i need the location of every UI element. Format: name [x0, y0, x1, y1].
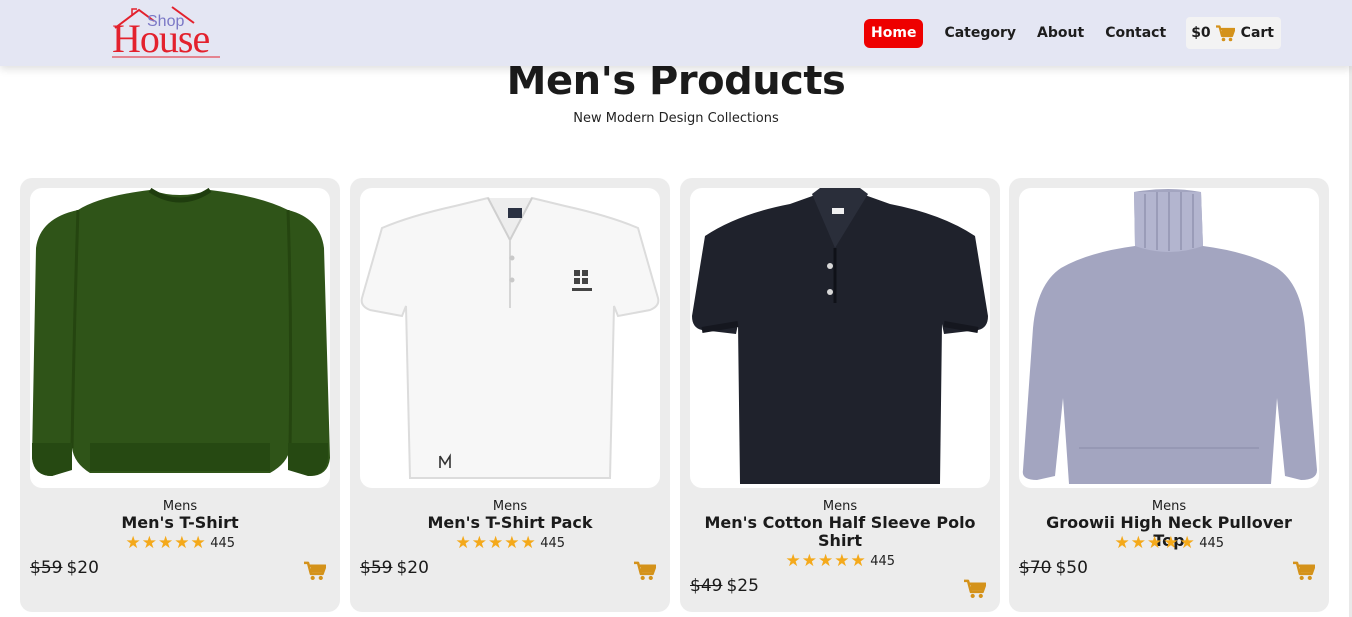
shop-house-logo[interactable]: Shop House [112, 6, 224, 60]
nav-category[interactable]: Category [944, 25, 1016, 41]
star-icon: ★ [520, 533, 536, 553]
current-price: $25 [726, 576, 759, 596]
star-icon: ★ [125, 533, 141, 553]
product-image-white-polo[interactable] [360, 188, 660, 488]
nav-contact[interactable]: Contact [1105, 25, 1166, 41]
product-card[interactable]: Mens Groowii High Neck Pullover Top ★ ★ … [1009, 178, 1329, 612]
star-icon: ★ [1179, 533, 1195, 553]
page-subtitle: New Modern Design Collections [573, 111, 779, 126]
shopping-cart-icon [964, 579, 987, 599]
shopping-cart-icon [1215, 24, 1236, 42]
logo-text-house: House [112, 16, 210, 61]
star-icon: ★ [1114, 533, 1130, 553]
cart-button[interactable]: $0 Cart [1186, 17, 1281, 49]
current-price: $20 [66, 558, 99, 578]
cart-label: Cart [1240, 25, 1274, 41]
product-rating: ★ ★ ★ ★ ★ 445 [350, 535, 670, 552]
add-to-cart-button[interactable] [634, 561, 657, 581]
shopping-cart-icon [634, 561, 657, 581]
star-icon: ★ [190, 533, 206, 553]
star-icon: ★ [174, 533, 190, 553]
star-icon: ★ [1130, 533, 1146, 553]
product-price: $70 $50 [1019, 558, 1088, 578]
star-icon: ★ [850, 551, 866, 571]
product-price: $49 $25 [690, 576, 759, 596]
product-category: Mens [162, 499, 198, 514]
star-icon: ★ [141, 533, 157, 553]
star-icon: ★ [1163, 533, 1179, 553]
product-image-grey-turtleneck[interactable] [1019, 188, 1319, 488]
star-icon: ★ [834, 551, 850, 571]
star-icon: ★ [1146, 533, 1163, 553]
old-price: $49 [690, 576, 723, 596]
star-icon: ★ [487, 533, 504, 553]
rating-count: 445 [540, 536, 566, 551]
old-price: $59 [360, 558, 393, 578]
nav-home[interactable]: Home [864, 18, 924, 48]
main-nav: Home Category About Contact $0 Cart [864, 17, 1281, 49]
navbar: Shop House Home Category About Contact $… [0, 0, 1352, 66]
add-to-cart-button[interactable] [304, 561, 327, 581]
current-price: $20 [396, 558, 429, 578]
add-to-cart-button[interactable] [964, 579, 987, 599]
nav-about[interactable]: About [1037, 25, 1084, 41]
product-rating: ★ ★ ★ ★ ★ 445 [680, 553, 1000, 570]
product-image-black-polo[interactable] [690, 188, 990, 488]
star-icon: ★ [157, 533, 174, 553]
current-price: $50 [1055, 558, 1088, 578]
cart-amount: $0 [1191, 25, 1211, 41]
star-icon: ★ [785, 551, 801, 571]
star-icon: ★ [471, 533, 487, 553]
star-icon: ★ [817, 551, 834, 571]
product-card[interactable]: Mens Men's T-Shirt Pack ★ ★ ★ ★ ★ 445 $5… [350, 178, 670, 612]
product-card[interactable]: Mens Men's Cotton Half Sleeve Polo Shirt… [680, 178, 1000, 612]
product-image-green-sweatshirt[interactable] [30, 188, 330, 488]
product-category: Mens [492, 499, 528, 514]
product-rating: ★ ★ ★ ★ ★ 445 [20, 535, 340, 552]
star-icon: ★ [455, 533, 471, 553]
product-price: $59 $20 [360, 558, 429, 578]
rating-count: 445 [1199, 536, 1225, 551]
shopping-cart-icon [304, 561, 327, 581]
add-to-cart-button[interactable] [1293, 561, 1316, 581]
product-card[interactable]: Mens Men's T-Shirt ★ ★ ★ ★ ★ 445 $59 $20 [20, 178, 340, 612]
star-icon: ★ [801, 551, 817, 571]
rating-count: 445 [210, 536, 236, 551]
old-price: $59 [30, 558, 63, 578]
rating-count: 445 [870, 554, 896, 569]
shopping-cart-icon [1293, 561, 1316, 581]
product-category: Mens [822, 499, 858, 514]
product-rating: ★ ★ ★ ★ ★ 445 [1009, 535, 1329, 552]
product-price: $59 $20 [30, 558, 99, 578]
star-icon: ★ [504, 533, 520, 553]
product-name[interactable]: Men's T-Shirt Pack [370, 514, 650, 532]
product-name[interactable]: Men's Cotton Half Sleeve Polo Shirt [700, 514, 980, 550]
old-price: $70 [1019, 558, 1052, 578]
product-category: Mens [1151, 499, 1187, 514]
product-name[interactable]: Men's T-Shirt [40, 514, 320, 532]
